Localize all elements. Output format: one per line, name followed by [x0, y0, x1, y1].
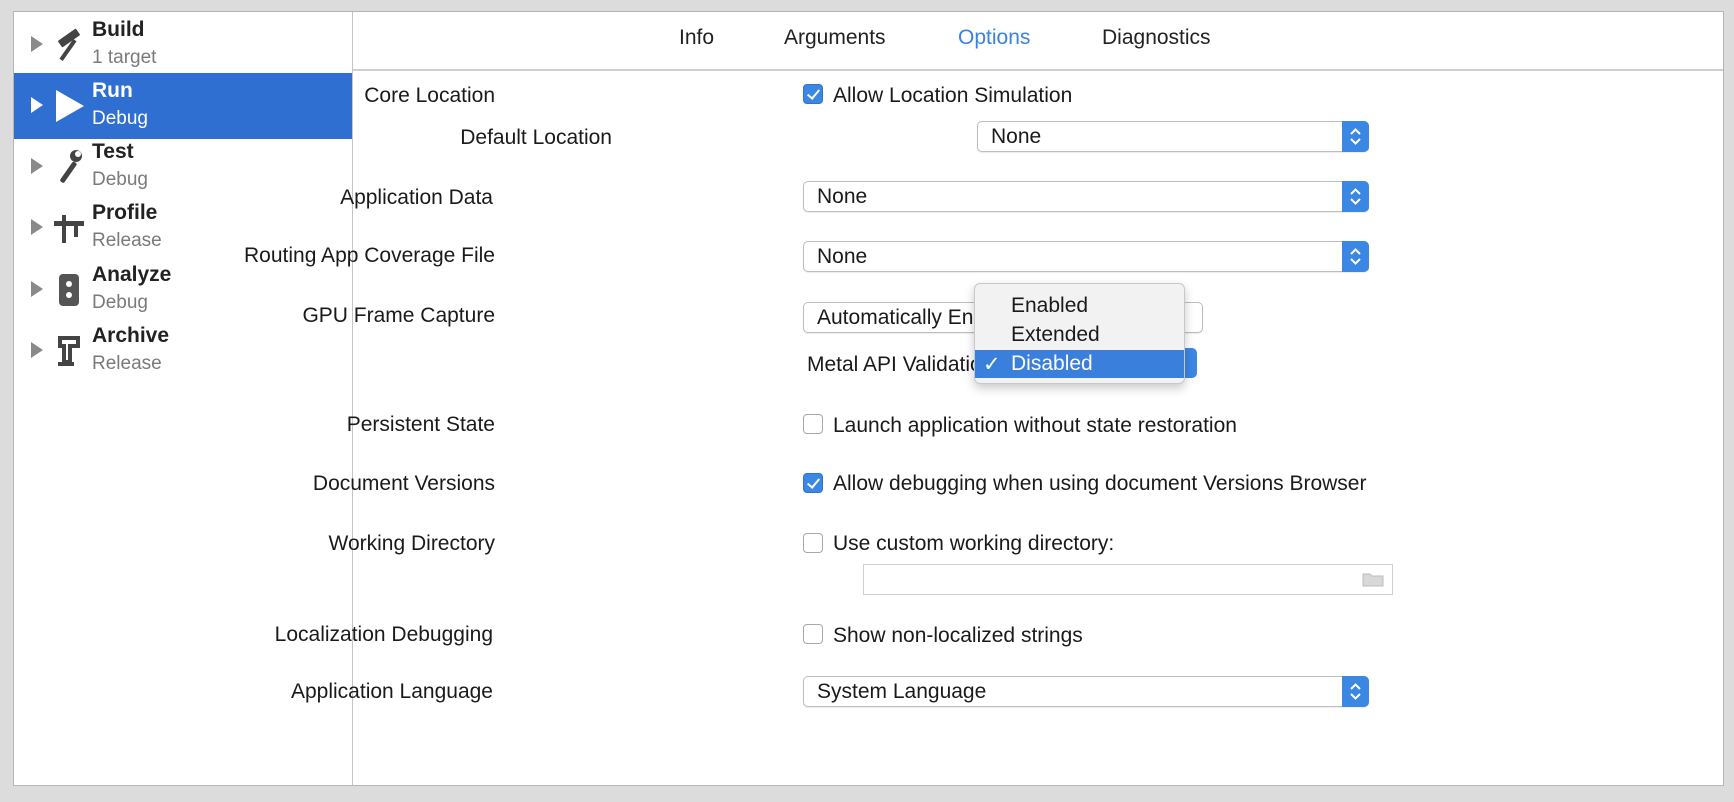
sidebar-item-build[interactable]: Build 1 target [14, 12, 352, 78]
menu-item-enabled[interactable]: Enabled [975, 292, 1184, 320]
sidebar-item-archive[interactable]: Archive Release [14, 318, 352, 384]
popup-arrows-icon [1342, 121, 1369, 152]
disclosure-triangle-icon[interactable] [31, 342, 43, 358]
play-icon [56, 90, 84, 122]
core-location-label: Core Location [364, 84, 495, 107]
routing-coverage-label: Routing App Coverage File [244, 244, 495, 267]
disclosure-triangle-icon[interactable] [31, 158, 43, 174]
sidebar-item-subtitle: Debug [92, 108, 148, 129]
show-non-localized-strings-checkbox[interactable] [803, 624, 823, 644]
application-data-popup[interactable]: None [803, 181, 1369, 212]
hammer-icon [58, 28, 80, 61]
instruments-icon [54, 215, 84, 243]
scheme-editor-window: Build 1 target Run Debug Test Debug Prof… [13, 11, 1724, 786]
menu-item-label: Extended [1011, 323, 1100, 346]
routing-coverage-popup[interactable]: None [803, 241, 1369, 272]
application-data-value: None [817, 185, 868, 208]
allow-debugging-versions-browser-checkbox[interactable] [803, 473, 823, 493]
popup-arrows-icon [1342, 241, 1369, 272]
sidebar-item-run[interactable]: Run Debug [14, 73, 352, 139]
menu-item-label: Disabled [1011, 352, 1093, 375]
sidebar-item-title: Profile [92, 201, 158, 224]
sidebar-item-subtitle: 1 target [92, 47, 157, 68]
sidebar-item-title: Test [92, 140, 134, 163]
sidebar-item-title: Analyze [92, 263, 172, 286]
gpu-frame-capture-value: Automatically Ena [817, 306, 986, 329]
persistent-state-label: Persistent State [346, 413, 495, 436]
sidebar-item-subtitle: Debug [92, 292, 148, 313]
working-directory-label: Working Directory [328, 532, 495, 555]
localization-debugging-label: Localization Debugging [274, 623, 493, 646]
analyze-icon [59, 274, 79, 306]
launch-without-state-restoration-label: Launch application without state restora… [833, 414, 1237, 437]
scheme-action-sidebar: Build 1 target Run Debug Test Debug Prof… [14, 12, 353, 785]
sidebar-item-subtitle: Release [92, 230, 162, 251]
application-language-label: Application Language [290, 680, 493, 703]
folder-icon[interactable] [1362, 571, 1384, 587]
menu-item-label: Enabled [1011, 294, 1089, 317]
sidebar-item-title: Archive [92, 324, 170, 347]
use-custom-working-directory-checkbox[interactable] [803, 533, 823, 553]
allow-location-simulation-label: Allow Location Simulation [833, 84, 1073, 107]
allow-location-simulation-checkbox[interactable] [803, 84, 823, 104]
disclosure-triangle-icon[interactable] [31, 219, 43, 235]
wrench-icon [60, 150, 82, 183]
popup-arrows-icon [1342, 181, 1369, 212]
sidebar-item-subtitle: Debug [92, 169, 148, 190]
tab-arguments[interactable]: Arguments [784, 26, 886, 50]
sidebar-item-test[interactable]: Test Debug [14, 134, 352, 200]
archive-icon [58, 336, 80, 366]
popup-arrows-icon [1342, 676, 1369, 707]
sidebar-item-title: Run [92, 79, 133, 102]
routing-coverage-value: None [817, 245, 868, 268]
sidebar-item-subtitle: Release [92, 353, 162, 374]
tab-options[interactable]: Options [958, 26, 1030, 50]
checkmark-icon: ✓ [983, 353, 1001, 376]
tab-info[interactable]: Info [679, 26, 714, 50]
application-language-popup[interactable]: System Language [803, 676, 1369, 707]
disclosure-triangle-icon[interactable] [31, 281, 43, 297]
disclosure-triangle-icon[interactable] [31, 36, 43, 52]
metal-api-validation-label: Metal API Validatio [807, 353, 982, 376]
tab-bar: Info Arguments Options Diagnostics [353, 12, 1723, 71]
menu-item-extended[interactable]: Extended [975, 321, 1184, 349]
document-versions-label: Document Versions [312, 472, 495, 495]
disclosure-triangle-icon[interactable] [31, 97, 43, 113]
application-language-value: System Language [817, 680, 987, 703]
sidebar-item-title: Build [92, 18, 145, 41]
launch-without-state-restoration-checkbox[interactable] [803, 414, 823, 434]
allow-debugging-versions-browser-label: Allow debugging when using document Vers… [833, 472, 1367, 495]
default-location-label: Default Location [460, 126, 612, 149]
menu-item-disabled[interactable]: ✓ Disabled [975, 350, 1184, 378]
default-location-value: None [991, 125, 1042, 148]
show-non-localized-strings-label: Show non-localized strings [833, 624, 1083, 647]
default-location-popup[interactable]: None [977, 121, 1369, 152]
application-data-label: Application Data [340, 186, 493, 209]
use-custom-working-directory-label: Use custom working directory: [833, 532, 1115, 555]
gpu-frame-capture-label: GPU Frame Capture [302, 304, 495, 327]
working-directory-path-field[interactable] [863, 564, 1393, 595]
options-pane: Info Arguments Options Diagnostics Core … [244, 12, 1723, 785]
tab-diagnostics[interactable]: Diagnostics [1102, 26, 1211, 50]
metal-api-validation-menu: Enabled Extended ✓ Disabled [974, 283, 1185, 384]
